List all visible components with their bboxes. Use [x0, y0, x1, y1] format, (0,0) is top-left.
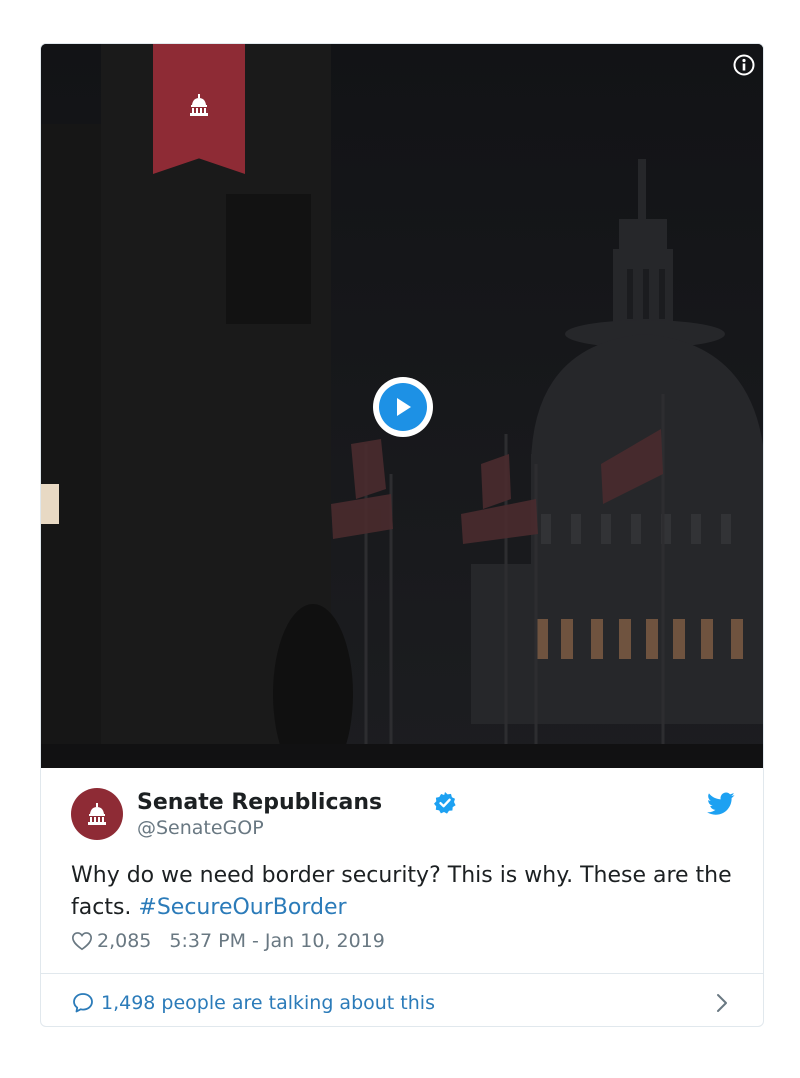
video-thumbnail[interactable]: [41, 44, 763, 768]
like-count[interactable]: 2,085: [97, 930, 151, 952]
play-button[interactable]: [373, 377, 433, 437]
heart-icon[interactable]: [71, 930, 93, 952]
comment-bubble-icon: [73, 993, 93, 1013]
info-icon[interactable]: [733, 54, 755, 76]
capitol-dome-icon: [190, 94, 208, 116]
conversation-text: 1,498 people are talking about this: [101, 992, 435, 1014]
divider: [41, 973, 763, 974]
twitter-bird-icon[interactable]: [707, 792, 735, 816]
chevron-right-icon: [717, 994, 727, 1012]
avatar[interactable]: [71, 788, 123, 840]
capitol-dome-icon: [88, 803, 106, 825]
play-icon: [397, 398, 411, 416]
tweet-text: Why do we need border security? This is …: [71, 860, 735, 924]
author-name[interactable]: Senate Republicans: [137, 790, 382, 815]
author-handle[interactable]: @SenateGOP: [137, 817, 264, 839]
conversation-link[interactable]: 1,498 people are talking about this: [71, 980, 735, 1026]
tweet-embed-card: Senate Republicans @SenateGOP Why do we …: [40, 43, 764, 1027]
timestamp-link[interactable]: 5:37 PM - Jan 10, 2019: [169, 930, 384, 952]
verified-badge-icon: [434, 792, 456, 814]
senate-gop-ribbon: [153, 44, 245, 174]
author-row[interactable]: Senate Republicans @SenateGOP: [71, 788, 735, 844]
play-button-inner: [379, 383, 427, 431]
hashtag-link[interactable]: #SecureOurBorder: [138, 895, 346, 920]
tweet-meta: 2,085 5:37 PM - Jan 10, 2019: [71, 930, 385, 952]
